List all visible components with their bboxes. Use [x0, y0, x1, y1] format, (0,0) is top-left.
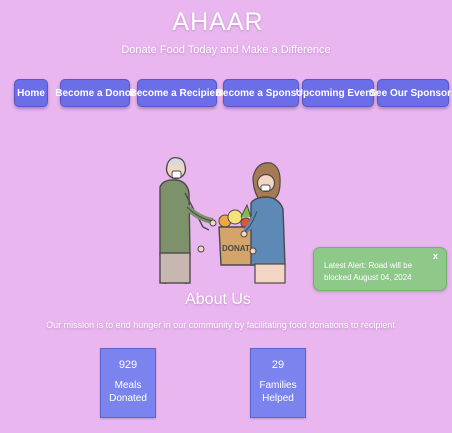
stat-value: 929 — [118, 359, 138, 371]
stat-families-helped: 29 Families Helped — [250, 348, 306, 418]
nav-upcoming-events-button[interactable]: Upcoming Events — [296, 79, 380, 107]
stat-label-line1: Meals — [114, 380, 142, 391]
stat-label-line1: Families — [259, 380, 297, 391]
alert-message: Latest Alert: Road will be blocked Augus… — [324, 261, 413, 282]
stat-label-line2: Helped — [262, 393, 294, 404]
alert-banner: x Latest Alert: Road will be blocked Aug… — [313, 247, 447, 291]
stat-value: 29 — [271, 359, 285, 371]
nav-become-sponsor-button[interactable]: Become a Sponsor — [216, 79, 306, 107]
stat-meals-donated: 929 Meals Donated — [100, 348, 156, 418]
nav-become-donor-button[interactable]: Become a Donor — [55, 79, 135, 107]
about-title: About Us — [185, 291, 251, 308]
site-tagline: Donate Food Today and Make a Difference — [121, 44, 331, 56]
mission-statement: Our mission is to end hunger in our comm… — [46, 320, 395, 330]
nav-home-button[interactable]: Home — [14, 79, 48, 107]
stat-label-line2: Donated — [109, 393, 147, 404]
site-title: AHAAR — [172, 8, 264, 36]
nav-become-recipient-button[interactable]: Become a Recipient — [129, 79, 225, 107]
food-donation-illustration: DONATE — [159, 157, 286, 285]
donor-figure — [159, 157, 217, 285]
nav-see-sponsors-button[interactable]: See Our Sponsors — [369, 79, 452, 107]
